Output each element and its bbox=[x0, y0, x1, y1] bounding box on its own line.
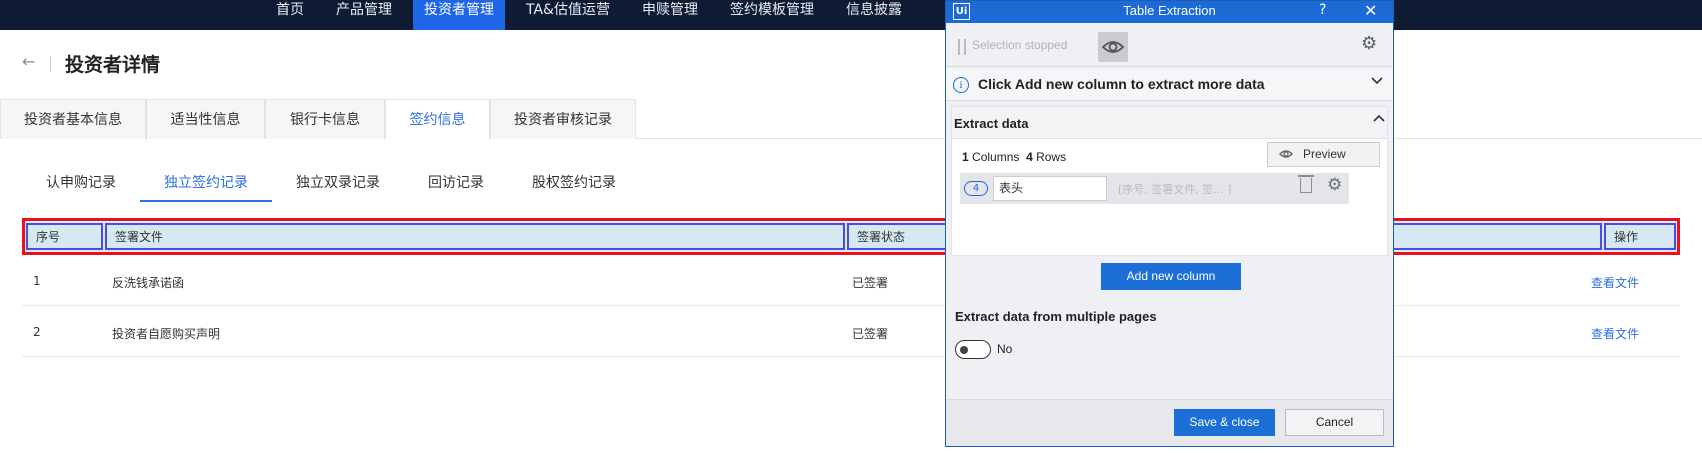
extract-data-panel: Extract data 1 Columns 4 Rows Preview 4 … bbox=[951, 106, 1388, 256]
view-file-link[interactable]: 查看文件 bbox=[1591, 274, 1639, 291]
tab-suitability-info[interactable]: 适当性信息 bbox=[146, 99, 265, 139]
nav-ta-valuation[interactable]: TA&估值运营 bbox=[515, 0, 621, 30]
columns-rows-count: 1 Columns 4 Rows bbox=[962, 150, 1066, 164]
nav-disclosure[interactable]: 信息披露 bbox=[835, 0, 913, 30]
eye-icon[interactable] bbox=[1098, 32, 1128, 62]
help-icon[interactable]: ? bbox=[1319, 2, 1326, 18]
columns-count: 1 bbox=[962, 150, 969, 164]
add-new-column-button[interactable]: Add new column bbox=[1101, 263, 1241, 290]
chevron-down-icon[interactable] bbox=[1370, 73, 1384, 91]
column-settings-gear-icon[interactable]: ⚙ bbox=[1327, 175, 1342, 195]
tab-investor-audit-log[interactable]: 投资者审核记录 bbox=[490, 99, 636, 139]
multi-page-value: No bbox=[997, 342, 1013, 356]
cancel-button[interactable]: Cancel bbox=[1285, 409, 1384, 436]
tab-investor-basic-info[interactable]: 投资者基本信息 bbox=[0, 99, 146, 139]
extract-data-title: Extract data bbox=[954, 116, 1029, 131]
table-row: 1 反洗钱承诺函 已签署 查看文件 bbox=[22, 256, 1680, 306]
secondary-tabs: 认申购记录 独立签约记录 独立双录记录 回访记录 股权签约记录 bbox=[22, 170, 1702, 202]
row-status: 已签署 bbox=[852, 327, 889, 341]
rows-label: Rows bbox=[1036, 150, 1067, 164]
tab-independent-signing-records[interactable]: 独立签约记录 bbox=[140, 170, 272, 202]
top-nav-bar: 首页 产品管理 投资者管理 TA&估值运营 申赎管理 签约模板管理 信息披露 bbox=[0, 0, 1702, 30]
multi-page-label: Extract data from multiple pages bbox=[955, 309, 1157, 324]
nav-product-management[interactable]: 产品管理 bbox=[325, 0, 403, 30]
tab-signing-info[interactable]: 签约信息 bbox=[385, 99, 490, 139]
info-banner[interactable]: i Click Add new column to extract more d… bbox=[946, 68, 1393, 101]
settings-gear-icon[interactable]: ⚙ bbox=[1361, 33, 1377, 54]
row-number: 1 bbox=[33, 274, 41, 288]
selection-status: Selection stopped bbox=[972, 38, 1068, 52]
row-file-name: 投资者自愿购买声明 bbox=[112, 327, 221, 341]
tab-equity-signing-records[interactable]: 股权签约记录 bbox=[508, 170, 640, 202]
back-arrow-icon[interactable]: ← bbox=[22, 52, 35, 71]
save-close-button[interactable]: Save & close bbox=[1174, 409, 1275, 436]
table-header-cell[interactable]: 操作 bbox=[1604, 223, 1676, 250]
row-number: 2 bbox=[33, 325, 41, 339]
view-file-link[interactable]: 查看文件 bbox=[1591, 325, 1639, 342]
close-icon[interactable]: ✕ bbox=[1364, 1, 1377, 20]
tab-subscription-records[interactable]: 认申购记录 bbox=[22, 170, 140, 202]
top-nav: 首页 产品管理 投资者管理 TA&估值运营 申赎管理 签约模板管理 信息披露 bbox=[265, 0, 923, 30]
eye-icon bbox=[1278, 143, 1294, 173]
row-file-name: 反洗钱承诺函 bbox=[112, 276, 185, 290]
nav-home[interactable]: 首页 bbox=[265, 0, 315, 30]
table-header-cell[interactable]: 序号 bbox=[26, 223, 103, 250]
info-message: Click Add new column to extract more dat… bbox=[978, 76, 1265, 92]
column-sample-values: [序号, 签署文件, 签... ] bbox=[1118, 183, 1232, 196]
table-extraction-dialog: Ui Table Extraction ? ✕ Selection stoppe… bbox=[945, 0, 1394, 447]
nav-investor-management[interactable]: 投资者管理 bbox=[413, 0, 505, 30]
tab-bank-card-info[interactable]: 银行卡信息 bbox=[265, 99, 385, 139]
header-divider bbox=[50, 56, 51, 72]
tab-independent-dual-recording[interactable]: 独立双录记录 bbox=[272, 170, 404, 202]
primary-tabs: 投资者基本信息 适当性信息 银行卡信息 签约信息 投资者审核记录 bbox=[0, 99, 1702, 139]
page-title: 投资者详情 bbox=[65, 54, 161, 76]
pause-icon[interactable] bbox=[958, 39, 966, 55]
row-status: 已签署 bbox=[852, 276, 889, 290]
table-header: 序号 签署文件 签署状态 操作 bbox=[22, 218, 1680, 255]
extract-data-header[interactable]: Extract data bbox=[952, 107, 1387, 139]
column-count-badge: 4 bbox=[964, 181, 988, 196]
info-icon: i bbox=[953, 77, 969, 93]
trash-icon[interactable] bbox=[1298, 175, 1314, 193]
preview-label: Preview bbox=[1303, 147, 1346, 161]
extracted-column-row: 4 表头 [序号, 签署文件, 签... ] ⚙ bbox=[960, 173, 1349, 204]
dialog-footer: Save & close Cancel bbox=[946, 399, 1393, 446]
dialog-title-bar[interactable]: Ui Table Extraction ? ✕ bbox=[946, 1, 1393, 23]
multi-page-toggle[interactable] bbox=[955, 340, 991, 359]
nav-subscription-redemption[interactable]: 申赎管理 bbox=[631, 0, 709, 30]
nav-sign-template[interactable]: 签约模板管理 bbox=[719, 0, 825, 30]
chevron-up-icon[interactable] bbox=[1372, 112, 1386, 130]
dialog-toolbar: Selection stopped ⚙ bbox=[946, 23, 1393, 67]
rows-count: 4 bbox=[1026, 150, 1033, 164]
table-header-cell[interactable]: 签署文件 bbox=[105, 223, 845, 250]
preview-button[interactable]: Preview bbox=[1267, 142, 1380, 167]
columns-label: Columns bbox=[972, 150, 1020, 164]
column-name-input[interactable]: 表头 bbox=[993, 176, 1107, 201]
table-row: 2 投资者自愿购买声明 已签署 查看文件 bbox=[22, 307, 1680, 357]
tab-return-visit-records[interactable]: 回访记录 bbox=[404, 170, 508, 202]
